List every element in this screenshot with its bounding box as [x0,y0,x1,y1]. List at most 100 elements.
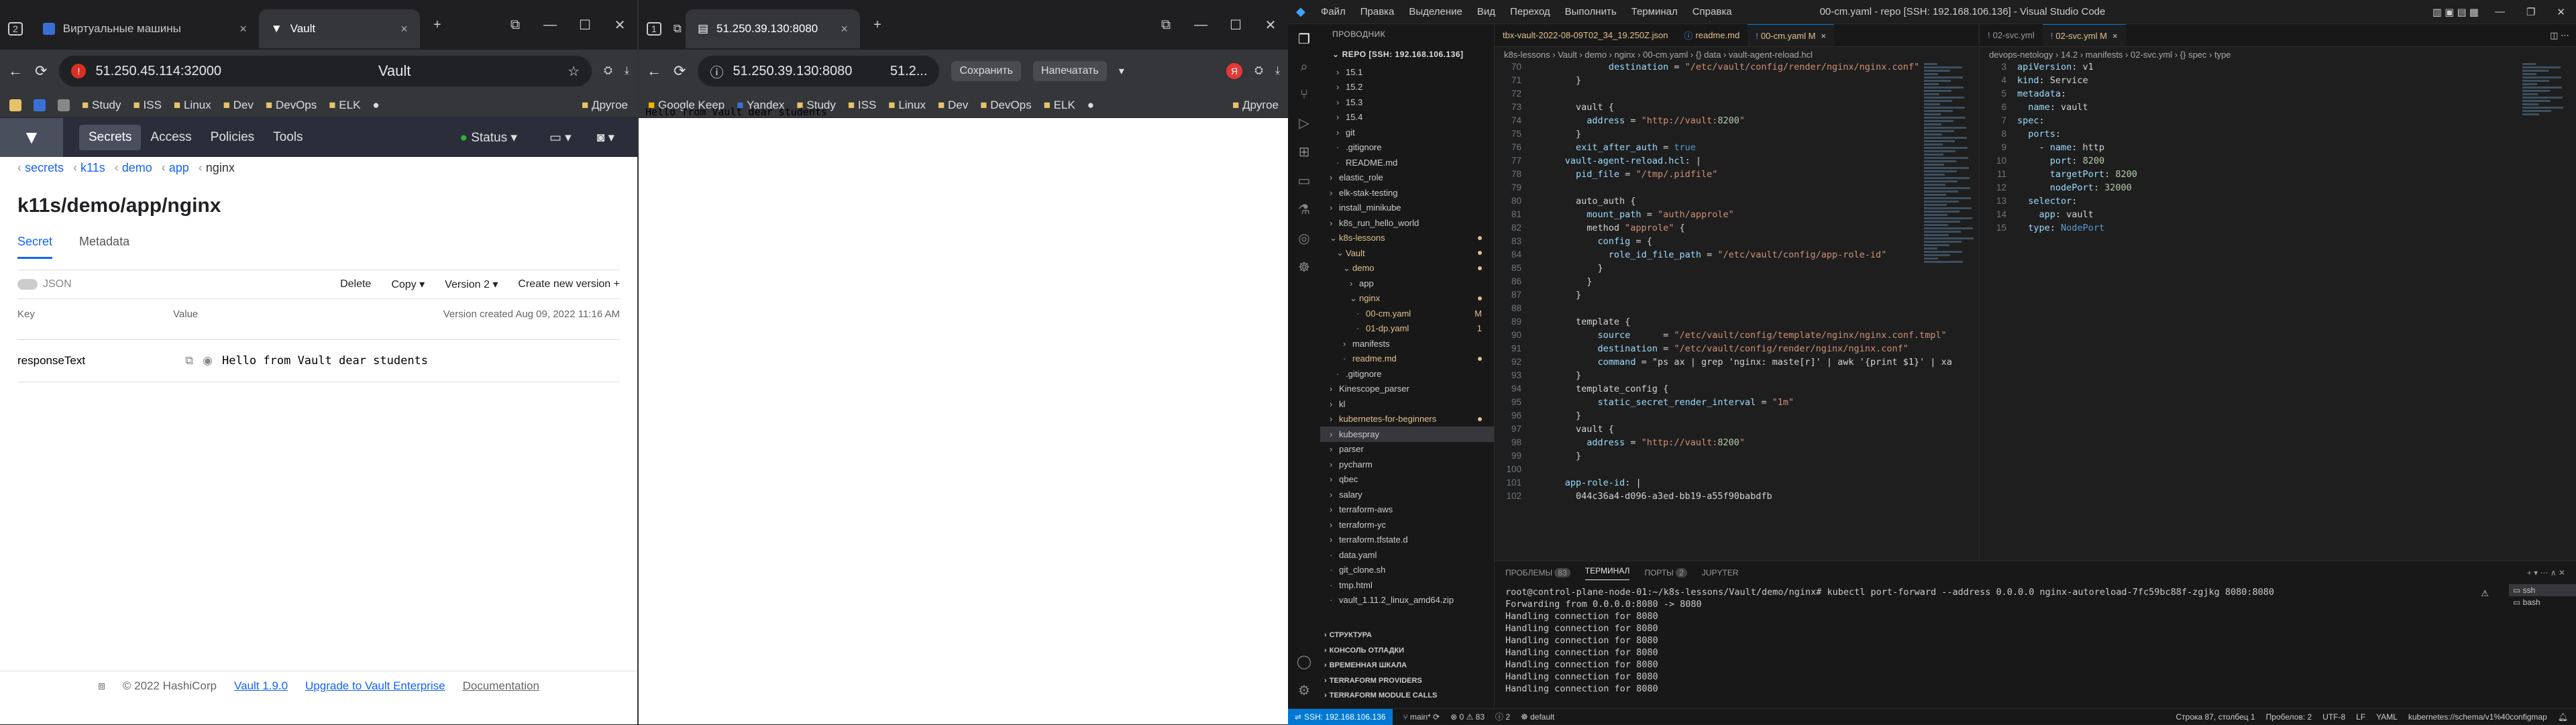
profile-status[interactable]: ☸ default [1521,712,1554,722]
new-tab-icon[interactable]: + [860,17,895,33]
close-icon[interactable]: × [239,22,247,36]
tree-file[interactable]: · 00-cm.yaml M [1320,306,1494,321]
section-outline[interactable]: › СТРУКТУРА [1320,628,1494,643]
reload-icon[interactable]: ⟳ [35,62,47,80]
menu-file[interactable]: Файл [1313,6,1353,17]
tab-count-badge[interactable]: 2 [0,9,31,48]
panel-tab-ports[interactable]: ПОРТЫ 2 [1644,568,1687,577]
bookmark-other[interactable]: ■ Другое [582,99,628,112]
tree-folder[interactable]: ⌄ Vault [1320,245,1494,261]
nav-access[interactable]: Access [141,125,201,150]
menu-terminal[interactable]: Терминал [1624,6,1685,17]
minimize-icon[interactable]: — [1183,17,1218,33]
kubernetes-icon[interactable]: ☸ [1298,259,1310,276]
maximize-icon[interactable]: ☐ [1218,17,1253,34]
code-line[interactable]: 83 config = { [1495,236,1978,249]
maximize-icon[interactable]: ❐ [2516,6,2546,18]
crumb-k11s[interactable]: ‹ k11s [73,161,105,175]
create-version-button[interactable]: Create new version + [518,278,620,290]
code-line[interactable]: 84 role_id_file_path = "/etc/vault/confi… [1495,249,1978,263]
code-line[interactable]: 72 [1495,89,1978,102]
tree-folder[interactable]: › 15.4 [1320,110,1494,125]
code-line[interactable]: 79 [1495,182,1978,196]
minimize-icon[interactable]: — [2484,6,2516,17]
code-line[interactable]: 5 metadata: [1980,89,2576,102]
explorer-icon[interactable]: ❐ [1298,31,1310,48]
tree-folder[interactable]: › terraform-aws [1320,502,1494,518]
crumb-secrets[interactable]: ‹ secrets [17,161,64,175]
tree-folder[interactable]: ⌄ k8s-lessons [1320,231,1494,246]
tab-search-icon[interactable]: ⧉ [1148,17,1183,33]
code-line[interactable]: 77 vault-agent-reload.hcl: | [1495,156,1978,169]
code-line[interactable]: 14 app: vault [1980,209,2576,223]
code-line[interactable]: 87 } [1495,290,1978,303]
extensions-icon[interactable]: ⊞ [1299,144,1310,160]
nav-policies[interactable]: Policies [201,125,264,150]
panel-tab-terminal[interactable]: ТЕРМИНАЛ [1585,566,1630,580]
tab-groups-icon[interactable]: ⧉ [669,9,686,48]
vault-logo-icon[interactable]: ▼ [0,118,63,157]
editor-tab-02-svc[interactable]: ! 02-svc.yml [1980,24,2043,46]
run-debug-icon[interactable]: ▷ [1299,115,1309,131]
panel-tab-problems[interactable]: ПРОБЛЕМЫ 83 [1505,568,1570,577]
section-debug-console[interactable]: › КОНСОЛЬ ОТЛАДКИ [1320,643,1494,659]
code-line[interactable]: 6 name: vault [1980,102,2576,115]
code-line[interactable]: 70 destination = "/etc/vault/config/rend… [1495,62,1978,75]
bookmark-elk[interactable]: ■ ELK [329,99,360,112]
tree-folder[interactable]: › terraform.tfstate.d [1320,533,1494,548]
encoding[interactable]: UTF-8 [2322,712,2345,722]
code-line[interactable]: 89 template { [1495,317,1978,330]
notifications-icon[interactable]: 🔔︎ [2558,712,2576,722]
tree-folder[interactable]: › kubernetes-for-beginners [1320,412,1494,427]
code-line[interactable]: 96 } [1495,410,1978,424]
code-line[interactable]: 10 port: 8200 [1980,156,2576,169]
delete-button[interactable]: Delete [340,278,371,290]
tab-secret[interactable]: Secret [17,235,53,259]
tree-file[interactable]: · vault_1.11.2_linux_amd64.zip [1320,593,1494,608]
tree-folder[interactable]: › install_minikube [1320,201,1494,216]
bookmark-other[interactable]: ■ Другое [1232,99,1279,112]
user-menu-icon[interactable]: ◙ ▾ [588,125,624,151]
info-status[interactable]: ⓘ 2 [1495,711,1510,722]
tree-file[interactable]: · tmp.html [1320,577,1494,593]
tab-count-badge[interactable]: 1 [639,9,669,48]
code-line[interactable]: 15 type: NodePort [1980,223,2576,236]
crumb-demo[interactable]: ‹ demo [115,161,152,175]
code-line[interactable]: 81 mount_path = "auth/approle" [1495,209,1978,223]
section-terraform-providers[interactable]: › TERRAFORM PROVIDERS [1320,673,1494,689]
search-icon[interactable]: ⌕ [1300,60,1307,75]
close-window-icon[interactable]: ✕ [2546,6,2576,18]
documentation-link[interactable]: Documentation [463,679,539,693]
status-menu[interactable]: ● Status ▾ [450,125,526,151]
minimize-icon[interactable]: — [533,17,568,33]
menu-run[interactable]: Выполнить [1558,6,1624,17]
problems-status[interactable]: ⊗ 0 ⚠ 83 [1450,712,1485,722]
terminal-output[interactable]: root@control-plane-node-01:~/k8s-lessons… [1495,584,2576,695]
repo-root[interactable]: ⌄ REPO [SSH: 192.168.106.136] [1320,44,1494,64]
tree-file[interactable]: · 01-dp.yaml 1 [1320,321,1494,337]
bookmark-study[interactable]: ■ Study [82,99,121,112]
code-line[interactable]: 80 auto_auth { [1495,196,1978,209]
yaml-schema[interactable]: kubernetes://schema/v1%40configmap [2408,712,2547,722]
menu-help[interactable]: Справка [1685,6,1739,17]
code-line[interactable]: 99 } [1495,451,1978,464]
split-editor-icon[interactable]: ◫ ⋯ [2543,30,2576,41]
tree-folder[interactable]: › app [1320,276,1494,291]
indentation[interactable]: Пробелов: 2 [2266,712,2312,722]
tree-folder[interactable]: › k8s_run_hello_world [1320,215,1494,231]
menu-selection[interactable]: Выделение [1401,6,1469,17]
tree-file[interactable]: · data.yaml [1320,547,1494,563]
tree-folder[interactable]: › kubespray [1320,427,1494,442]
tree-folder[interactable]: › parser [1320,442,1494,457]
section-timeline[interactable]: › ВРЕМЕННАЯ ШКАЛА [1320,658,1494,673]
back-icon[interactable]: ← [647,62,661,80]
download-icon[interactable]: ⤓ [1275,65,1280,77]
save-button[interactable]: Сохранить [951,61,1021,81]
bookmark-iss[interactable]: ■ ISS [133,99,162,112]
code-line[interactable]: 8 ports: [1980,129,2576,142]
yandex-icon[interactable]: Я [1226,63,1243,79]
tree-folder[interactable]: ⌄ nginx [1320,291,1494,306]
print-button[interactable]: Напечатать [1032,61,1107,81]
vault-version-link[interactable]: Vault 1.9.0 [234,679,288,693]
tree-file[interactable]: · git_clone.sh [1320,563,1494,578]
